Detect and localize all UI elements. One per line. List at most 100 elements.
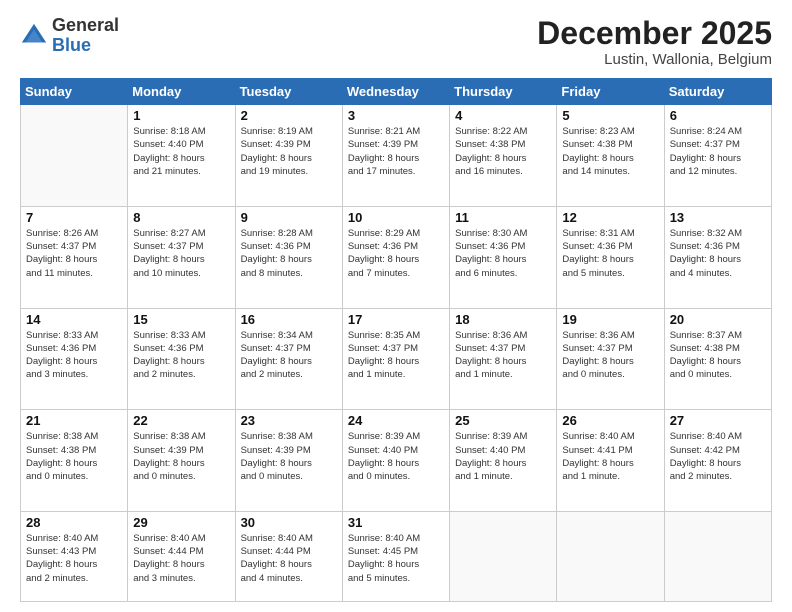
table-row: 7 Sunrise: 8:26 AM Sunset: 4:37 PM Daylig… <box>21 206 128 308</box>
location: Lustin, Wallonia, Belgium <box>537 51 772 68</box>
table-row: 16Sunrise: 8:34 AM Sunset: 4:37 PM Dayli… <box>235 308 342 410</box>
day-info: Sunrise: 8:33 AM Sunset: 4:36 PM Dayligh… <box>133 329 229 382</box>
day-info: Sunrise: 8:39 AM Sunset: 4:40 PM Dayligh… <box>348 430 444 483</box>
table-row: 5 Sunrise: 8:23 AM Sunset: 4:38 PM Daylig… <box>557 105 664 207</box>
day-info: Sunrise: 8:39 AM Sunset: 4:40 PM Dayligh… <box>455 430 551 483</box>
day-info: Sunrise: 8:19 AM Sunset: 4:39 PM Dayligh… <box>241 125 337 178</box>
day-info: Sunrise: 8:38 AM Sunset: 4:38 PM Dayligh… <box>26 430 122 483</box>
day-number: 7 <box>26 210 122 225</box>
day-number: 29 <box>133 515 229 530</box>
table-row: 6 Sunrise: 8:24 AM Sunset: 4:37 PM Daylig… <box>664 105 771 207</box>
header-tuesday: Tuesday <box>235 79 342 105</box>
table-row <box>450 511 557 601</box>
day-info: Sunrise: 8:40 AM Sunset: 4:42 PM Dayligh… <box>670 430 766 483</box>
day-number: 27 <box>670 413 766 428</box>
day-number: 24 <box>348 413 444 428</box>
calendar-row: 7 Sunrise: 8:26 AM Sunset: 4:37 PM Daylig… <box>21 206 772 308</box>
calendar-row: 21 Sunrise: 8:38 AM Sunset: 4:38 PM Dayli… <box>21 410 772 512</box>
table-row: 2Sunrise: 8:19 AM Sunset: 4:39 PM Daylig… <box>235 105 342 207</box>
table-row: 9Sunrise: 8:28 AM Sunset: 4:36 PM Daylig… <box>235 206 342 308</box>
table-row: 27 Sunrise: 8:40 AM Sunset: 4:42 PM Dayli… <box>664 410 771 512</box>
day-number: 22 <box>133 413 229 428</box>
day-number: 13 <box>670 210 766 225</box>
day-info: Sunrise: 8:40 AM Sunset: 4:41 PM Dayligh… <box>562 430 658 483</box>
day-info: Sunrise: 8:22 AM Sunset: 4:38 PM Dayligh… <box>455 125 551 178</box>
day-info: Sunrise: 8:33 AM Sunset: 4:36 PM Dayligh… <box>26 329 122 382</box>
day-info: Sunrise: 8:38 AM Sunset: 4:39 PM Dayligh… <box>241 430 337 483</box>
day-number: 30 <box>241 515 337 530</box>
table-row: 14 Sunrise: 8:33 AM Sunset: 4:36 PM Dayli… <box>21 308 128 410</box>
day-info: Sunrise: 8:36 AM Sunset: 4:37 PM Dayligh… <box>455 329 551 382</box>
calendar-row: 28Sunrise: 8:40 AM Sunset: 4:43 PM Dayli… <box>21 511 772 601</box>
day-info: Sunrise: 8:34 AM Sunset: 4:37 PM Dayligh… <box>241 329 337 382</box>
day-number: 11 <box>455 210 551 225</box>
logo-text: General Blue <box>52 16 119 56</box>
day-number: 25 <box>455 413 551 428</box>
table-row: 26 Sunrise: 8:40 AM Sunset: 4:41 PM Dayli… <box>557 410 664 512</box>
day-number: 15 <box>133 312 229 327</box>
table-row: 8 Sunrise: 8:27 AM Sunset: 4:37 PM Daylig… <box>128 206 235 308</box>
day-number: 23 <box>241 413 337 428</box>
day-info: Sunrise: 8:24 AM Sunset: 4:37 PM Dayligh… <box>670 125 766 178</box>
logo-blue: Blue <box>52 35 91 55</box>
table-row: 13Sunrise: 8:32 AM Sunset: 4:36 PM Dayli… <box>664 206 771 308</box>
day-number: 5 <box>562 108 658 123</box>
day-number: 6 <box>670 108 766 123</box>
table-row: 12 Sunrise: 8:31 AM Sunset: 4:36 PM Dayli… <box>557 206 664 308</box>
day-info: Sunrise: 8:28 AM Sunset: 4:36 PM Dayligh… <box>241 227 337 280</box>
header-saturday: Saturday <box>664 79 771 105</box>
table-row: 15 Sunrise: 8:33 AM Sunset: 4:36 PM Dayli… <box>128 308 235 410</box>
day-number: 17 <box>348 312 444 327</box>
day-number: 4 <box>455 108 551 123</box>
day-info: Sunrise: 8:40 AM Sunset: 4:44 PM Dayligh… <box>133 532 229 585</box>
table-row: 3Sunrise: 8:21 AM Sunset: 4:39 PM Daylig… <box>342 105 449 207</box>
day-info: Sunrise: 8:31 AM Sunset: 4:36 PM Dayligh… <box>562 227 658 280</box>
day-number: 18 <box>455 312 551 327</box>
header-monday: Monday <box>128 79 235 105</box>
table-row: 11 Sunrise: 8:30 AM Sunset: 4:36 PM Dayli… <box>450 206 557 308</box>
title-block: December 2025 Lustin, Wallonia, Belgium <box>537 16 772 68</box>
table-row: 25 Sunrise: 8:39 AM Sunset: 4:40 PM Dayli… <box>450 410 557 512</box>
day-info: Sunrise: 8:29 AM Sunset: 4:36 PM Dayligh… <box>348 227 444 280</box>
day-number: 1 <box>133 108 229 123</box>
day-info: Sunrise: 8:38 AM Sunset: 4:39 PM Dayligh… <box>133 430 229 483</box>
day-info: Sunrise: 8:26 AM Sunset: 4:37 PM Dayligh… <box>26 227 122 280</box>
table-row: 30 Sunrise: 8:40 AM Sunset: 4:44 PM Dayli… <box>235 511 342 601</box>
logo: General Blue <box>20 16 119 56</box>
day-number: 20 <box>670 312 766 327</box>
day-info: Sunrise: 8:35 AM Sunset: 4:37 PM Dayligh… <box>348 329 444 382</box>
day-number: 12 <box>562 210 658 225</box>
day-info: Sunrise: 8:18 AM Sunset: 4:40 PM Dayligh… <box>133 125 229 178</box>
day-info: Sunrise: 8:21 AM Sunset: 4:39 PM Dayligh… <box>348 125 444 178</box>
table-row: 29 Sunrise: 8:40 AM Sunset: 4:44 PM Dayli… <box>128 511 235 601</box>
table-row: 17 Sunrise: 8:35 AM Sunset: 4:37 PM Dayli… <box>342 308 449 410</box>
day-info: Sunrise: 8:23 AM Sunset: 4:38 PM Dayligh… <box>562 125 658 178</box>
logo-icon <box>20 22 48 50</box>
day-number: 28 <box>26 515 122 530</box>
day-info: Sunrise: 8:27 AM Sunset: 4:37 PM Dayligh… <box>133 227 229 280</box>
day-number: 26 <box>562 413 658 428</box>
day-number: 10 <box>348 210 444 225</box>
day-number: 19 <box>562 312 658 327</box>
calendar-row: 1 Sunrise: 8:18 AM Sunset: 4:40 PM Daylig… <box>21 105 772 207</box>
table-row: 31Sunrise: 8:40 AM Sunset: 4:45 PM Dayli… <box>342 511 449 601</box>
header-thursday: Thursday <box>450 79 557 105</box>
day-info: Sunrise: 8:37 AM Sunset: 4:38 PM Dayligh… <box>670 329 766 382</box>
table-row: 1 Sunrise: 8:18 AM Sunset: 4:40 PM Daylig… <box>128 105 235 207</box>
table-row: 23 Sunrise: 8:38 AM Sunset: 4:39 PM Dayli… <box>235 410 342 512</box>
month-title: December 2025 <box>537 16 772 51</box>
table-row: 21 Sunrise: 8:38 AM Sunset: 4:38 PM Dayli… <box>21 410 128 512</box>
day-number: 8 <box>133 210 229 225</box>
logo-general: General <box>52 15 119 35</box>
day-info: Sunrise: 8:40 AM Sunset: 4:44 PM Dayligh… <box>241 532 337 585</box>
table-row <box>664 511 771 601</box>
day-number: 21 <box>26 413 122 428</box>
table-row <box>557 511 664 601</box>
calendar-row: 14 Sunrise: 8:33 AM Sunset: 4:36 PM Dayli… <box>21 308 772 410</box>
table-row <box>21 105 128 207</box>
day-info: Sunrise: 8:30 AM Sunset: 4:36 PM Dayligh… <box>455 227 551 280</box>
table-row: 22 Sunrise: 8:38 AM Sunset: 4:39 PM Dayli… <box>128 410 235 512</box>
table-row: 19Sunrise: 8:36 AM Sunset: 4:37 PM Dayli… <box>557 308 664 410</box>
page: General Blue December 2025 Lustin, Wallo… <box>0 0 792 612</box>
day-number: 14 <box>26 312 122 327</box>
